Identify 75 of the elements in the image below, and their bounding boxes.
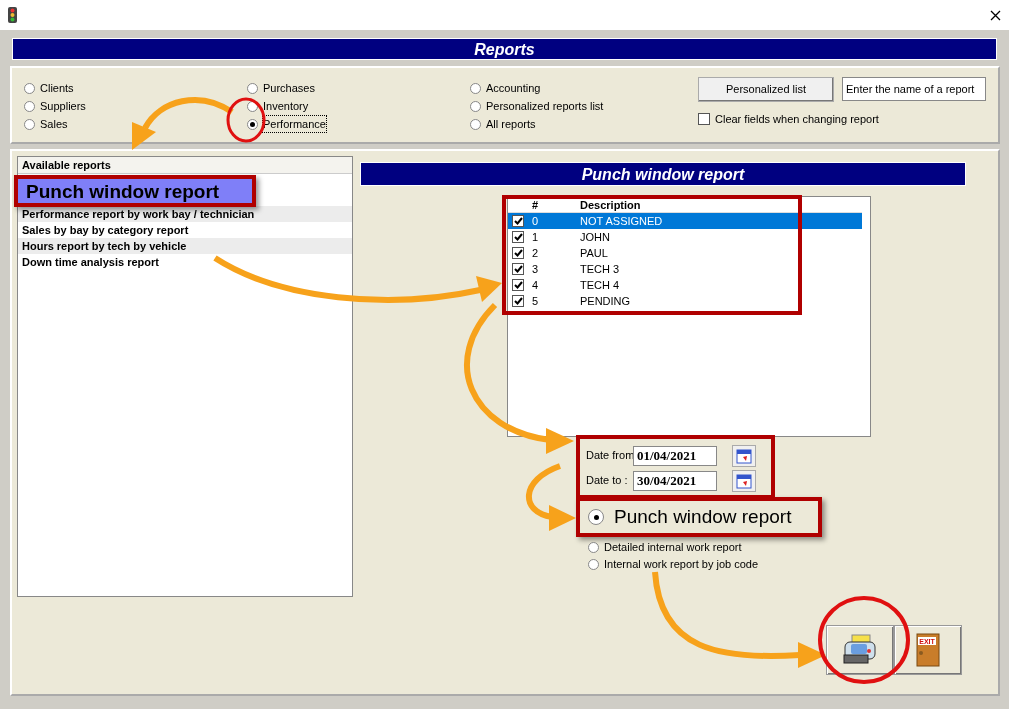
radio-button[interactable] <box>588 509 604 525</box>
radio-button[interactable] <box>470 118 481 130</box>
column-header: Description <box>579 198 641 212</box>
radio-label: Internal work report by job code <box>604 557 759 573</box>
table-cell: NOT ASSIGNED <box>580 215 663 227</box>
calendar-button[interactable] <box>732 469 756 492</box>
radio-button[interactable] <box>24 118 35 130</box>
printer-icon <box>842 634 878 666</box>
radio-button[interactable] <box>247 82 258 94</box>
table-cell: 1 <box>532 231 539 243</box>
table-row[interactable]: 2 PAUL <box>508 245 862 261</box>
column-header: # <box>531 198 540 212</box>
radio-label: Performance <box>263 115 326 133</box>
calendar-icon <box>736 447 752 464</box>
table-cell: TECH 4 <box>580 279 620 291</box>
report-name-field[interactable]: Enter the name of a report <box>842 77 986 101</box>
checkbox[interactable] <box>512 215 524 227</box>
checkbox[interactable] <box>512 295 524 307</box>
window-banner: Reports <box>12 38 997 60</box>
table-cell: PAUL <box>580 247 608 259</box>
checkbox[interactable] <box>698 113 710 126</box>
radio-label: Purchases <box>263 80 315 96</box>
table-row[interactable]: 3 TECH 3 <box>508 261 862 277</box>
table-row[interactable]: 1 JOHN <box>508 229 862 245</box>
radio-button[interactable] <box>247 118 258 130</box>
radio-button[interactable] <box>247 100 258 112</box>
radio-button[interactable] <box>24 100 35 112</box>
radio-label: Clients <box>40 80 74 96</box>
table-row[interactable]: 5 PENDING <box>508 293 862 309</box>
curved-arrow <box>526 463 576 531</box>
calendar-button[interactable] <box>732 444 756 467</box>
date-field[interactable]: 30/04/2021 <box>633 470 717 491</box>
circle-annotation <box>226 97 266 143</box>
radio-label: Suppliers <box>40 98 86 114</box>
radio-label: Personalized reports list <box>486 98 604 114</box>
list-header: Available reports <box>18 157 352 174</box>
report-list-item[interactable]: Hours report by tech by vehicle <box>18 238 352 254</box>
checkbox[interactable] <box>512 247 524 259</box>
radio-label: Inventory <box>263 98 309 114</box>
report-list-item[interactable]: Sales by bay by category report <box>18 222 352 238</box>
checkbox[interactable] <box>512 279 524 291</box>
table-cell: 0 <box>532 215 539 227</box>
radio-label: Sales <box>40 116 68 132</box>
checkbox[interactable] <box>512 231 524 243</box>
table-cell: TECH 3 <box>580 263 620 275</box>
radio-button[interactable] <box>24 82 35 94</box>
table-row[interactable]: 0 NOT ASSIGNED <box>508 213 862 229</box>
radio-label: All reports <box>486 116 536 132</box>
table-cell: JOHN <box>580 231 610 243</box>
table-cell: PENDING <box>580 295 631 307</box>
personalized-list-button[interactable]: Personalized list <box>698 77 834 102</box>
date-label: Date to : <box>586 473 629 489</box>
traffic-light-icon <box>8 7 17 23</box>
calendar-icon <box>736 472 752 489</box>
radio-button[interactable] <box>588 559 599 570</box>
radio-button[interactable] <box>588 542 599 553</box>
radio-label: Detailed internal work report <box>604 540 742 556</box>
table-cell: 3 <box>532 263 539 275</box>
radio-button[interactable] <box>470 82 481 94</box>
checkbox-label: Clear fields when changing report <box>715 112 879 127</box>
close-icon[interactable] <box>990 9 1001 21</box>
radio-button[interactable] <box>470 100 481 112</box>
table-cell: 5 <box>532 295 539 307</box>
checkbox[interactable] <box>512 263 524 275</box>
date-field[interactable]: 01/04/2021 <box>633 445 717 466</box>
report-title-bar: Punch window report <box>360 162 966 186</box>
radio-label: Punch window report <box>614 504 792 529</box>
table-row[interactable]: 4 TECH 4 <box>508 277 862 293</box>
table-cell: 4 <box>532 279 539 291</box>
report-list-item[interactable]: Performance report by work bay / technician <box>18 206 352 222</box>
table-cell: 2 <box>532 247 539 259</box>
radio-label: Accounting <box>486 80 541 96</box>
print-button[interactable] <box>826 625 894 675</box>
report-list-item-callout[interactable]: Punch window report <box>14 175 256 207</box>
report-list-item[interactable]: Down time analysis report <box>18 254 352 270</box>
